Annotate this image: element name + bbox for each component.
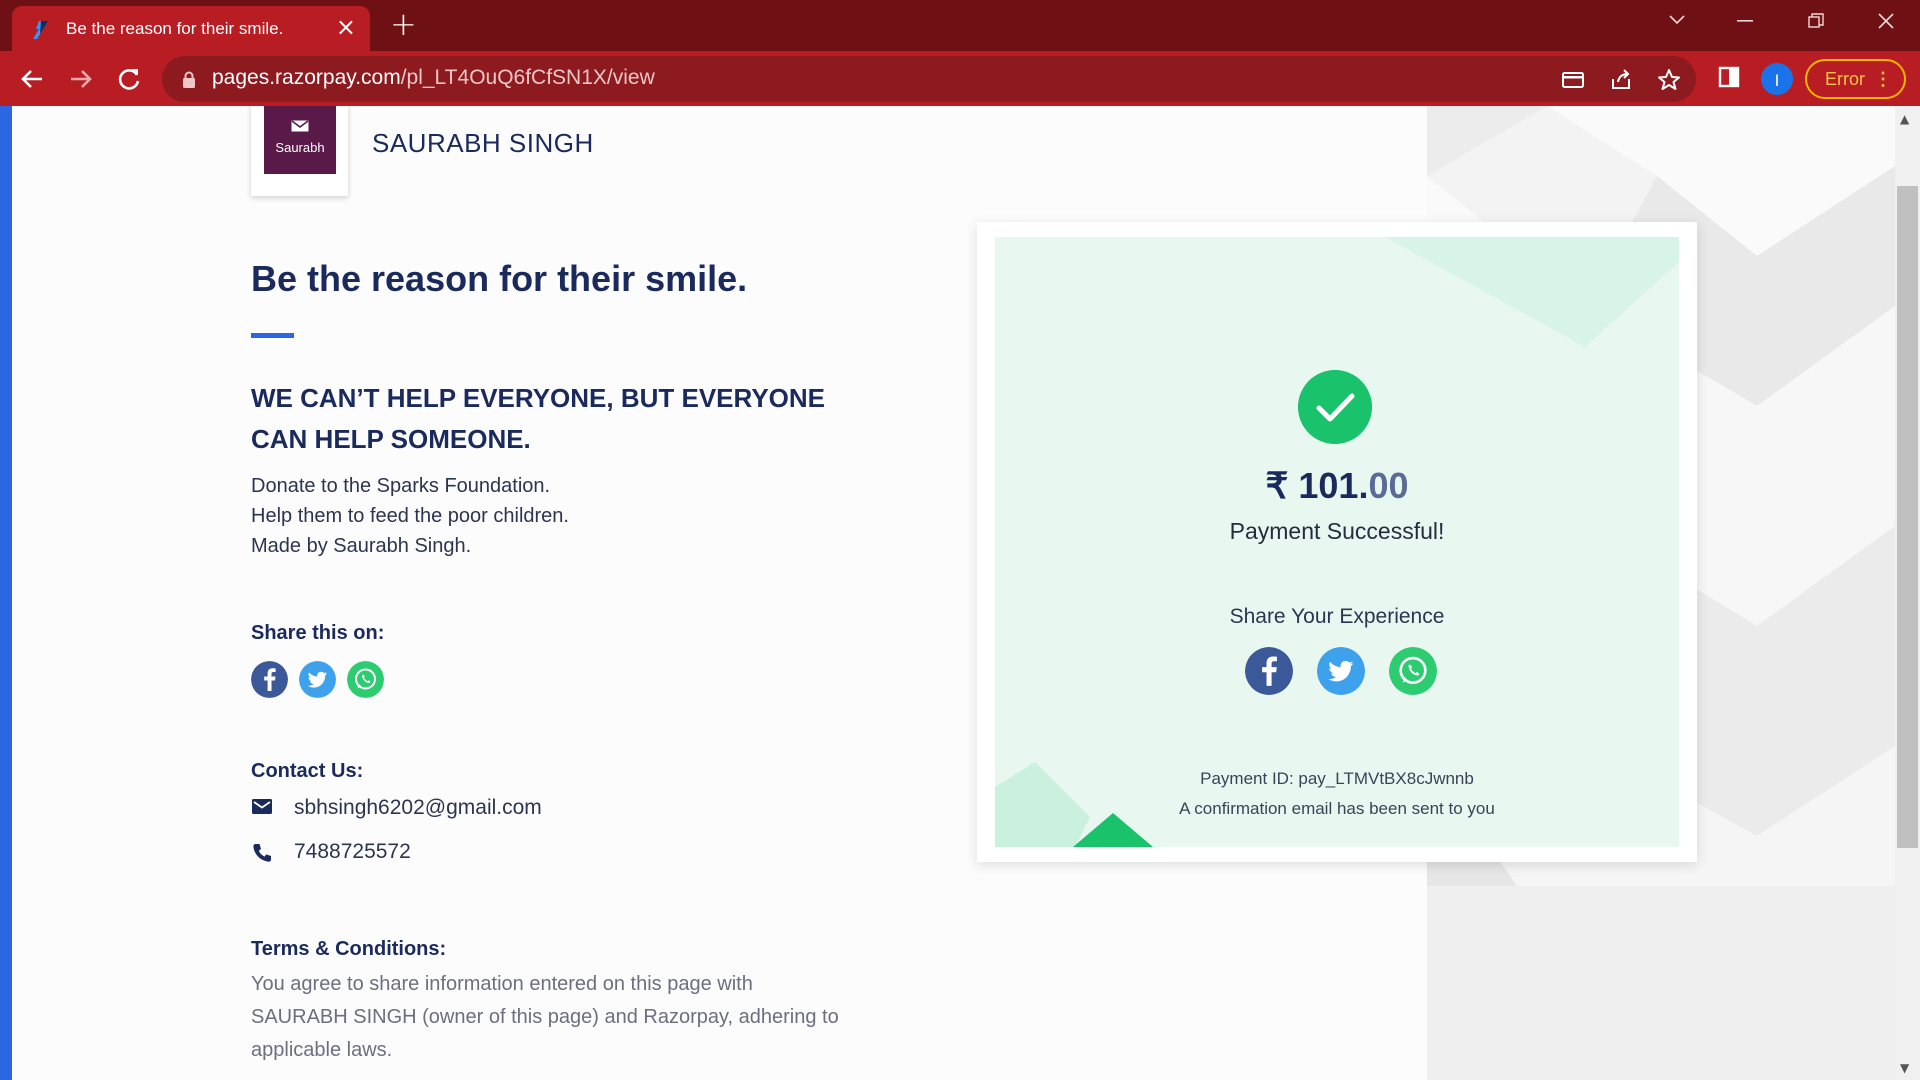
twitter-share-icon[interactable] bbox=[1317, 647, 1365, 695]
page-title: Be the reason for their smile. bbox=[251, 258, 748, 299]
address-bar[interactable]: pages.razorpay.com/pl_LT4OuQ6fCfSN1X/vie… bbox=[162, 56, 1696, 102]
contact-heading: Contact Us: bbox=[251, 760, 364, 782]
description-line: Help them to feed the poor children. bbox=[251, 505, 569, 527]
error-menu-button[interactable]: Error ⋮ bbox=[1805, 59, 1906, 99]
scroll-down-arrow-icon[interactable]: ▼ bbox=[1900, 1061, 1909, 1075]
url-text[interactable]: pages.razorpay.com/pl_LT4OuQ6fCfSN1X/vie… bbox=[212, 66, 655, 90]
description-line: Donate to the Sparks Foundation. bbox=[251, 475, 551, 497]
title-underline bbox=[251, 333, 294, 338]
side-panel-icon[interactable] bbox=[1717, 65, 1741, 89]
confirmation-message: A confirmation email has been sent to yo… bbox=[1179, 799, 1495, 818]
merchant-logo: Saurabh bbox=[251, 106, 348, 196]
minimize-icon[interactable] bbox=[1737, 20, 1753, 22]
description-line: Made by Saurabh Singh. bbox=[251, 535, 472, 557]
mail-logo-icon bbox=[291, 120, 309, 132]
payment-success-card: ₹ 101.00 Payment Successful! Share Your … bbox=[977, 222, 1697, 862]
terms-heading: Terms & Conditions: bbox=[251, 938, 447, 960]
share-icon[interactable] bbox=[1608, 67, 1634, 93]
payment-amount: ₹ 101.00 bbox=[995, 465, 1679, 507]
error-label: Error bbox=[1825, 69, 1865, 89]
razorpay-favicon-icon bbox=[33, 21, 48, 39]
scrollbar-thumb[interactable] bbox=[1897, 186, 1918, 848]
install-app-icon[interactable] bbox=[1560, 67, 1586, 93]
terms-text: You agree to share information entered o… bbox=[251, 973, 839, 1061]
scroll-up-arrow-icon[interactable]: ▲ bbox=[1900, 112, 1909, 126]
twitter-share-icon[interactable] bbox=[299, 661, 336, 698]
tab-search-chevron-icon[interactable] bbox=[1668, 14, 1686, 26]
whatsapp-share-icon[interactable] bbox=[347, 661, 384, 698]
whatsapp-share-icon[interactable] bbox=[1389, 647, 1437, 695]
currency-symbol: ₹ bbox=[1265, 465, 1289, 506]
tab-title: Be the reason for their smile. bbox=[66, 19, 284, 38]
facebook-share-icon[interactable] bbox=[1245, 647, 1293, 695]
kebab-menu-icon[interactable]: ⋮ bbox=[1874, 61, 1892, 97]
contact-email[interactable]: sbhsingh6202@gmail.com bbox=[294, 796, 542, 820]
browser-tab-strip: Be the reason for their smile. × + bbox=[0, 0, 1920, 51]
close-window-icon[interactable] bbox=[1877, 12, 1895, 30]
tab-close-icon[interactable]: × bbox=[336, 15, 356, 39]
amount-paise: 00 bbox=[1368, 465, 1409, 506]
payment-status: Payment Successful! bbox=[1229, 518, 1445, 544]
merchant-logo-tile: Saurabh bbox=[264, 106, 336, 174]
url-host: pages.razorpay.com bbox=[212, 66, 401, 89]
success-check-icon bbox=[1298, 370, 1372, 444]
restore-icon[interactable] bbox=[1808, 13, 1824, 29]
phone-icon bbox=[253, 844, 271, 862]
page-content: ▲ ▼ Saurabh SAURABH SINGH Be the reason … bbox=[0, 106, 1920, 1080]
left-accent-strip bbox=[0, 106, 12, 1080]
forward-arrow-icon[interactable] bbox=[65, 63, 97, 95]
payment-id: Payment ID: pay_LTMVtBX8cJwnnb bbox=[1200, 769, 1474, 788]
amount-rupees: 101. bbox=[1298, 465, 1369, 506]
facebook-share-icon[interactable] bbox=[251, 661, 288, 698]
browser-toolbar: pages.razorpay.com/pl_LT4OuQ6fCfSN1X/vie… bbox=[0, 51, 1920, 106]
share-experience-label: Share Your Experience bbox=[1229, 605, 1445, 628]
back-arrow-icon[interactable] bbox=[16, 63, 48, 95]
url-path: /pl_LT4OuQ6fCfSN1X/view bbox=[400, 66, 655, 89]
bookmark-star-icon[interactable] bbox=[1656, 67, 1682, 93]
lock-icon[interactable] bbox=[182, 71, 196, 88]
merchant-name: SAURABH SINGH bbox=[372, 128, 594, 158]
browser-tab-active[interactable]: Be the reason for their smile. × bbox=[12, 6, 370, 51]
contact-phone[interactable]: 7488725572 bbox=[294, 840, 411, 864]
page-headline: WE CAN’T HELP EVERYONE, BUT EVERYONE CAN… bbox=[251, 383, 826, 454]
email-icon bbox=[252, 799, 272, 814]
page-description: Donate to the Sparks Foundation. Help th… bbox=[251, 471, 569, 561]
new-tab-plus-icon[interactable]: + bbox=[390, 8, 417, 40]
merchant-logo-text: Saurabh bbox=[275, 140, 325, 155]
reload-icon[interactable] bbox=[113, 63, 145, 95]
profile-avatar[interactable]: I bbox=[1761, 63, 1793, 95]
payment-success-panel: ₹ 101.00 Payment Successful! Share Your … bbox=[995, 237, 1679, 847]
share-heading: Share this on: bbox=[251, 622, 385, 644]
